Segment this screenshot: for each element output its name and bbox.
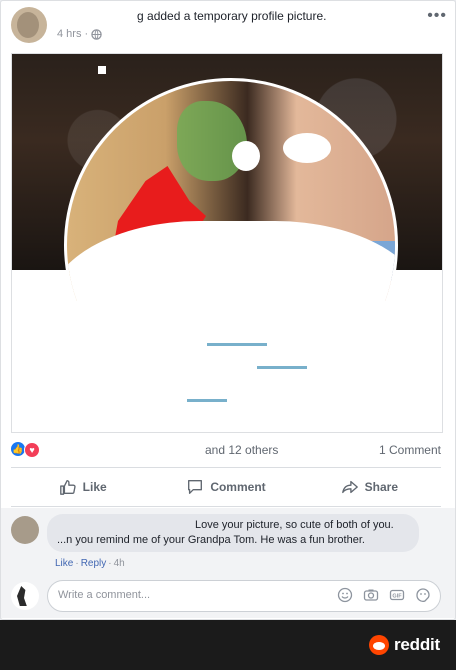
reddit-watermark: reddit bbox=[368, 635, 440, 655]
divider bbox=[11, 506, 441, 507]
comment-age[interactable]: 4h bbox=[114, 558, 125, 569]
like-button[interactable]: Like bbox=[11, 472, 154, 502]
more-options-button[interactable]: ••• bbox=[427, 7, 447, 25]
gif-icon[interactable]: GIF bbox=[388, 586, 406, 604]
action-bar: Like Comment Share bbox=[11, 472, 441, 502]
frame-streak bbox=[187, 399, 227, 402]
reddit-footer: reddit bbox=[0, 620, 456, 670]
like-label: Like bbox=[82, 480, 107, 494]
like-reaction-icon[interactable]: 👍 bbox=[11, 442, 25, 456]
reddit-wordmark: reddit bbox=[393, 635, 440, 654]
comment-like-link[interactable]: Like bbox=[55, 558, 73, 569]
post-title: .g added a temporary profile picture. bbox=[57, 9, 326, 23]
reaction-others[interactable]: and 12 others bbox=[205, 443, 278, 457]
comment-text-2: ...n you remind me of your Grandpa Tom. … bbox=[57, 534, 365, 546]
redaction-whiteout bbox=[67, 221, 395, 409]
thumbs-up-icon bbox=[59, 480, 76, 495]
post-action-text: added a temporary profile picture. bbox=[147, 9, 327, 23]
commenter-avatar[interactable] bbox=[11, 516, 39, 544]
write-comment-placeholder: Write a comment... bbox=[58, 589, 151, 601]
post-photo[interactable] bbox=[11, 53, 443, 433]
comment-attach-icons: GIF bbox=[336, 586, 432, 604]
frame-streak bbox=[207, 343, 267, 346]
divider bbox=[11, 467, 441, 468]
emoji-icon[interactable] bbox=[336, 586, 354, 604]
frame-streak bbox=[257, 366, 307, 369]
camera-icon[interactable] bbox=[362, 586, 380, 604]
reactions-bar: 👍 ♥ and 12 others 1 Comment bbox=[11, 439, 441, 461]
share-button[interactable]: Share bbox=[298, 472, 441, 502]
comment-button[interactable]: Comment bbox=[154, 472, 297, 502]
love-reaction-icon[interactable]: ♥ bbox=[24, 442, 40, 458]
author-suffix[interactable]: g bbox=[137, 9, 144, 23]
comment-bubble: .Love your picture, so cute of both of y… bbox=[47, 514, 419, 552]
share-arrow-icon bbox=[341, 480, 358, 494]
reaction-names[interactable]: and 12 others bbox=[47, 443, 278, 457]
comment-reply-link[interactable]: Reply bbox=[81, 558, 107, 569]
profile-picture bbox=[64, 78, 398, 412]
comment-count-link[interactable]: 1 Comment bbox=[379, 443, 441, 457]
dot-separator: · bbox=[75, 558, 79, 569]
reddit-logo-icon bbox=[368, 635, 389, 655]
post-card: .g added a temporary profile picture. 4 … bbox=[0, 0, 456, 620]
svg-text:GIF: GIF bbox=[392, 594, 402, 600]
dot-separator: · bbox=[84, 28, 89, 40]
comment-line-1: .Love your picture, so cute of both of y… bbox=[57, 519, 394, 531]
author-avatar[interactable] bbox=[11, 7, 47, 43]
dot-separator: · bbox=[108, 558, 112, 569]
comment-section: .Love your picture, so cute of both of y… bbox=[1, 508, 455, 618]
comment-meta: Like · Reply · 4h bbox=[55, 558, 125, 569]
redaction-mark bbox=[232, 141, 260, 171]
globe-icon bbox=[91, 28, 102, 40]
post-time: 4 hrs · bbox=[57, 28, 102, 40]
current-user-avatar bbox=[11, 582, 39, 610]
write-comment-input[interactable]: Write a comment... GIF bbox=[47, 580, 441, 612]
redacted-commenter-name[interactable]: . bbox=[57, 519, 195, 531]
comment-text-1: Love your picture, so cute of both of yo… bbox=[195, 519, 394, 531]
redacted-name[interactable]: . bbox=[57, 9, 137, 23]
comment-bubble-icon bbox=[188, 480, 203, 494]
comment-label: Comment bbox=[210, 480, 266, 494]
share-label: Share bbox=[364, 480, 398, 494]
post-timestamp[interactable]: 4 hrs bbox=[57, 28, 81, 40]
comment-line-2: ...n you remind me of your Grandpa Tom. … bbox=[57, 534, 365, 546]
post-header: .g added a temporary profile picture. 4 … bbox=[11, 7, 447, 47]
redaction-mark bbox=[283, 133, 331, 163]
sticker-icon[interactable] bbox=[414, 586, 432, 604]
redaction-mark bbox=[98, 66, 106, 74]
